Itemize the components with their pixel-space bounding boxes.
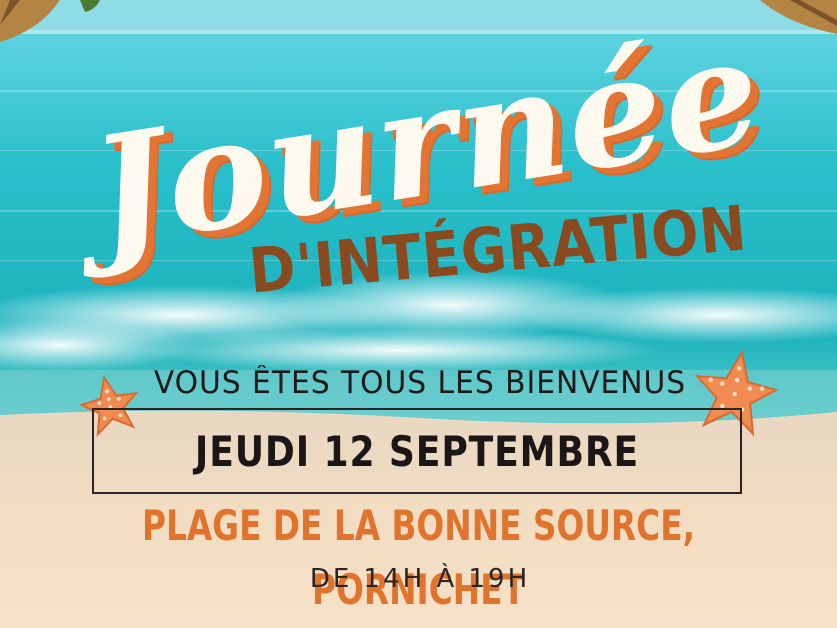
event-date: JEUDI 12 SEPTEMBRE <box>194 427 640 476</box>
event-location: PLAGE DE LA BONNE SOURCE, PORNICHET <box>141 501 696 614</box>
event-hours: DE 14H À 19H <box>309 564 531 594</box>
welcome-text: VOUS ÊTES TOUS LES BIENVENUS <box>153 365 687 401</box>
event-poster: Journée D'INTÉGRATION VOUS ÊTES TOUS LES… <box>0 0 837 628</box>
